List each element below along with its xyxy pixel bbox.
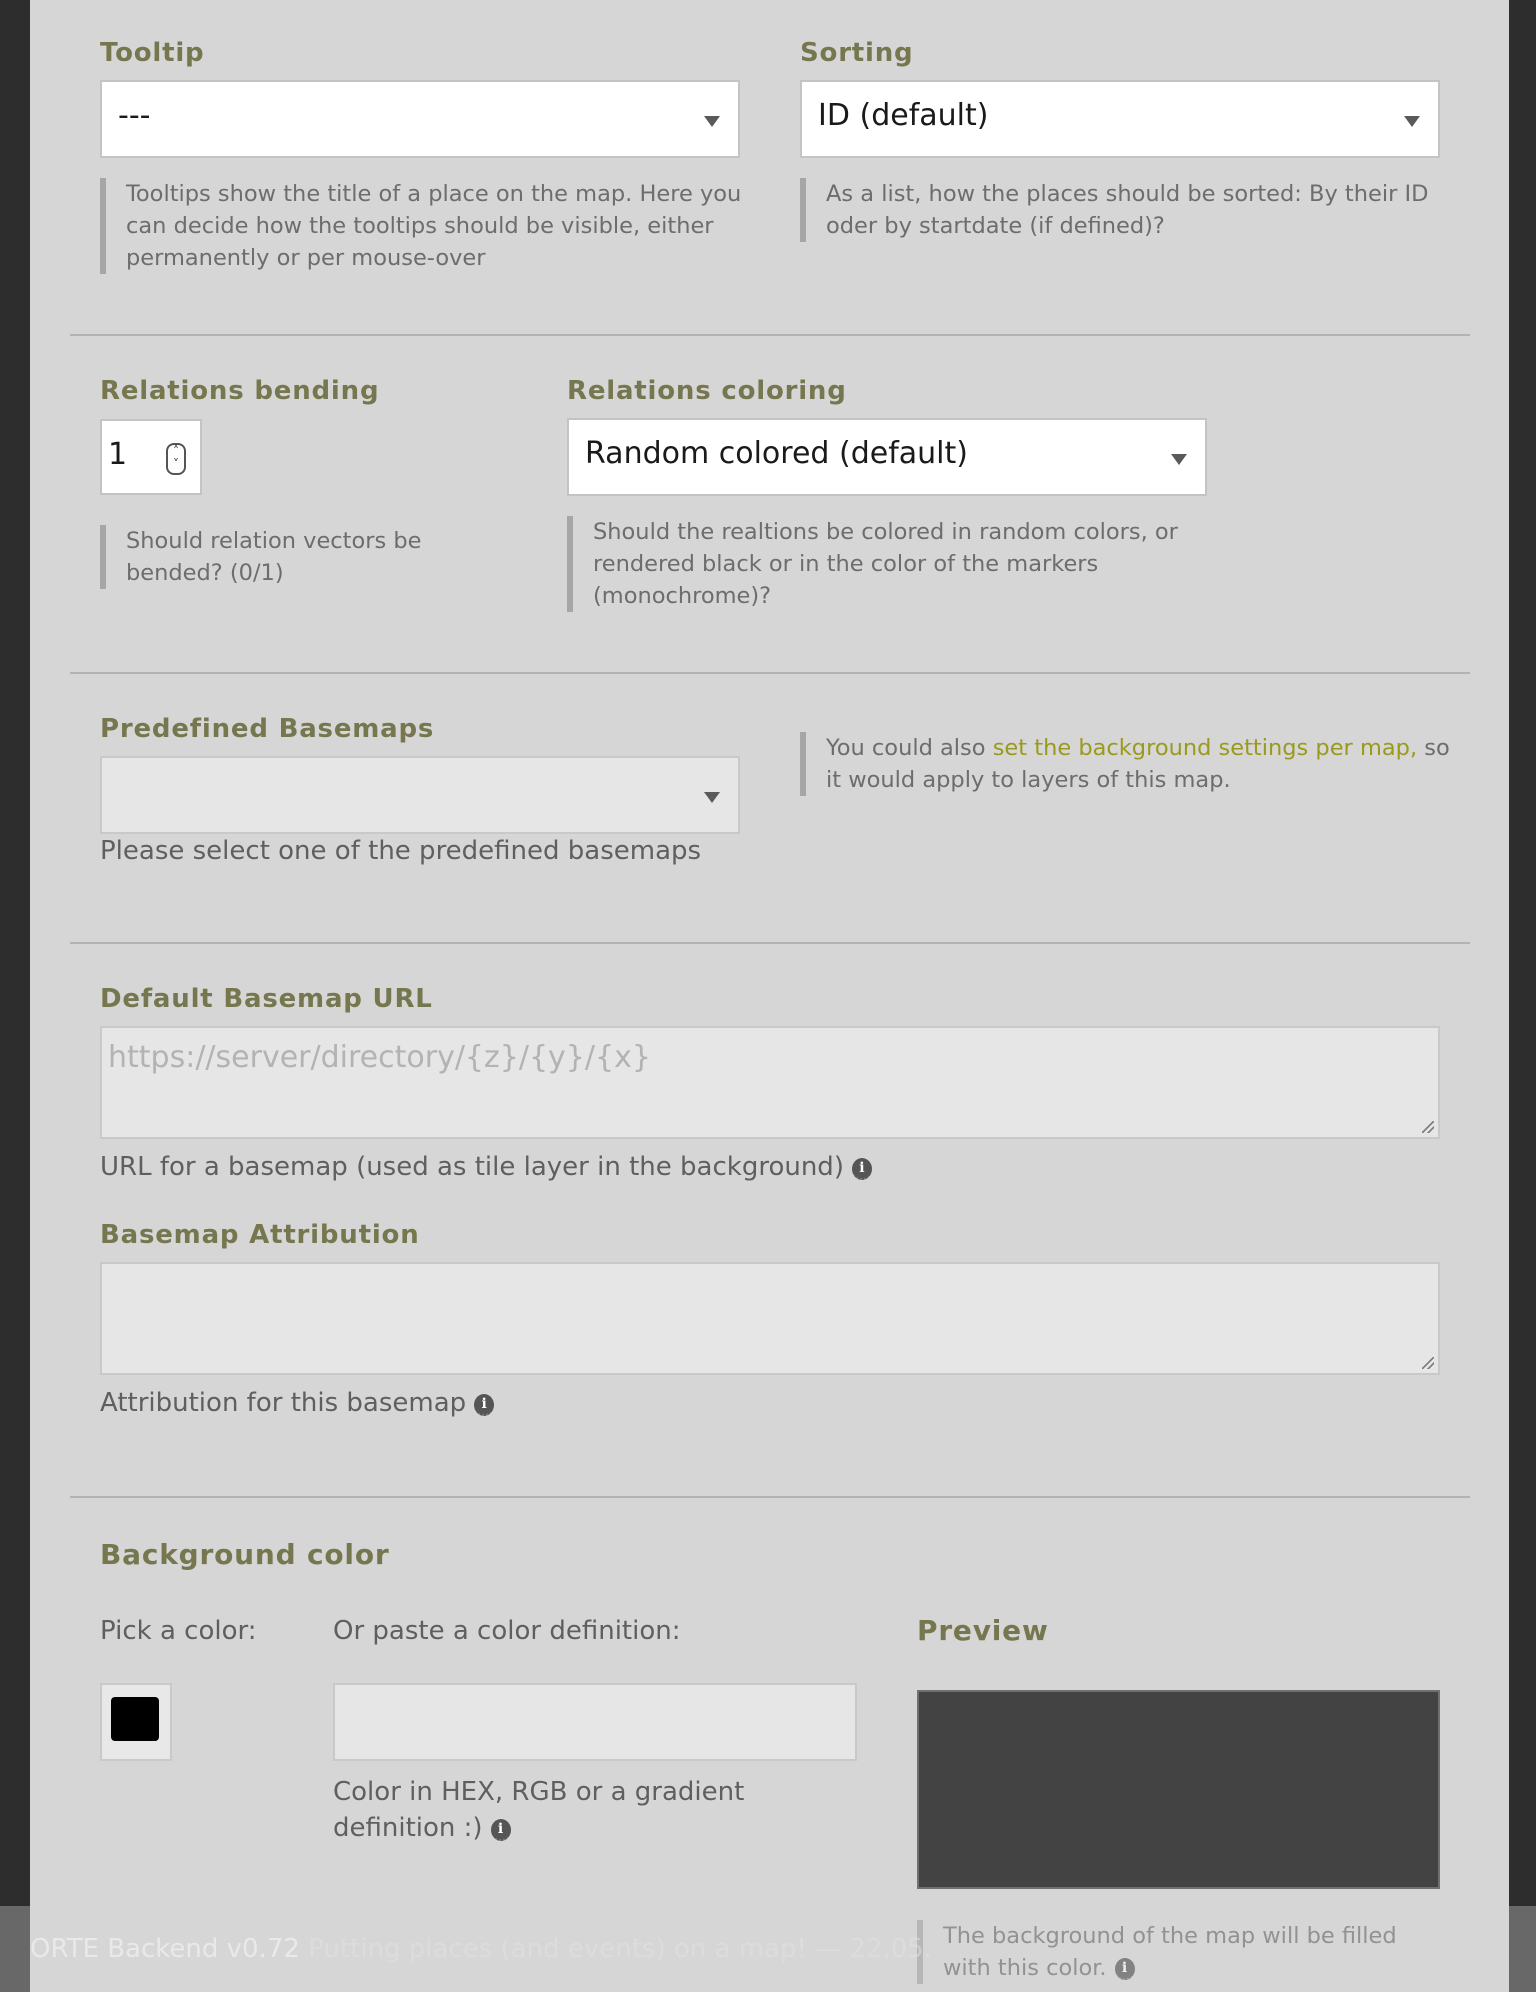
default-basemap-url-sub-text: URL for a basemap (used as tile layer in… xyxy=(100,1152,844,1182)
resize-handle-icon[interactable] xyxy=(1422,1121,1434,1133)
info-icon[interactable]: i xyxy=(851,1158,872,1180)
default-basemap-url-sub: URL for a basemap (used as tile layer in… xyxy=(100,1152,872,1182)
info-icon[interactable]: i xyxy=(490,1819,511,1841)
pick-color-label: Pick a color: xyxy=(100,1616,257,1646)
sorting-label: Sorting xyxy=(800,38,914,68)
default-basemap-url-placeholder: https://server/directory/{z}/{y}/{x} xyxy=(108,1040,651,1075)
color-swatch xyxy=(111,1697,159,1741)
info-icon[interactable]: i xyxy=(474,1394,495,1416)
paste-color-label: Or paste a color definition: xyxy=(333,1616,681,1646)
sorting-help: As a list, how the places should be sort… xyxy=(800,178,1450,242)
background-settings-link[interactable]: set the background settings per map, xyxy=(993,735,1417,761)
color-definition-sub: Color in HEX, RGB or a gradient definiti… xyxy=(333,1774,857,1846)
basemap-attribution-input[interactable] xyxy=(100,1262,1440,1375)
chevron-down-icon xyxy=(704,116,720,127)
chevron-down-icon xyxy=(704,792,720,803)
sorting-select-value: ID (default) xyxy=(818,98,989,133)
relations-coloring-help: Should the realtions be colored in rando… xyxy=(567,516,1207,612)
chevron-down-icon xyxy=(1404,116,1420,127)
chevron-down-icon xyxy=(1171,454,1187,465)
color-definition-sub-text: Color in HEX, RGB or a gradient definiti… xyxy=(333,1777,745,1843)
background-color-label: Background color xyxy=(100,1538,390,1571)
sorting-select[interactable]: ID (default) xyxy=(800,80,1440,158)
color-preview xyxy=(917,1690,1440,1889)
default-basemap-url-input[interactable]: https://server/directory/{z}/{y}/{x} xyxy=(100,1026,1440,1139)
relations-coloring-select[interactable]: Random colored (default) xyxy=(567,418,1207,496)
divider xyxy=(70,672,1470,674)
predefined-basemaps-help: You could also set the background settin… xyxy=(800,732,1450,796)
tooltip-select[interactable]: --- xyxy=(100,80,740,158)
default-basemap-url-label: Default Basemap URL xyxy=(100,984,433,1014)
relations-bending-stepper[interactable]: 1 ˄ ˅ xyxy=(100,419,202,495)
basemap-attribution-sub: Attribution for this basemap i xyxy=(100,1388,495,1418)
footer-app-name: ORTE Backend v0.72 xyxy=(30,1934,300,1964)
predefined-basemaps-select[interactable] xyxy=(100,756,740,834)
footer-tagline: Putting places (and events) on a map! — … xyxy=(308,1934,933,1964)
relations-bending-help: Should relation vectors be bended? (0/1) xyxy=(100,525,470,589)
divider xyxy=(70,942,1470,944)
divider xyxy=(70,334,1470,336)
preview-label: Preview xyxy=(917,1614,1049,1647)
help-text-pre: You could also xyxy=(826,735,993,761)
tooltip-label: Tooltip xyxy=(100,38,205,68)
relations-bending-label: Relations bending xyxy=(100,376,380,406)
basemap-attribution-label: Basemap Attribution xyxy=(100,1220,420,1250)
footer-text: ORTE Backend v0.72 Putting places (and e… xyxy=(30,1934,932,1964)
divider xyxy=(70,1496,1470,1498)
tooltip-select-value: --- xyxy=(118,98,151,133)
relations-coloring-select-value: Random colored (default) xyxy=(585,436,968,471)
resize-handle-icon[interactable] xyxy=(1422,1357,1434,1369)
color-definition-input[interactable] xyxy=(333,1683,857,1761)
basemap-attribution-sub-text: Attribution for this basemap xyxy=(100,1388,467,1418)
predefined-basemaps-sub: Please select one of the predefined base… xyxy=(100,836,702,866)
predefined-basemaps-label: Predefined Basemaps xyxy=(100,714,435,744)
relations-bending-value: 1 xyxy=(108,437,128,472)
stepper-arrows-icon[interactable]: ˄ ˅ xyxy=(166,443,186,475)
tooltip-help: Tooltips show the title of a place on th… xyxy=(100,178,750,274)
color-picker[interactable] xyxy=(100,1683,172,1761)
relations-coloring-label: Relations coloring xyxy=(567,376,847,406)
